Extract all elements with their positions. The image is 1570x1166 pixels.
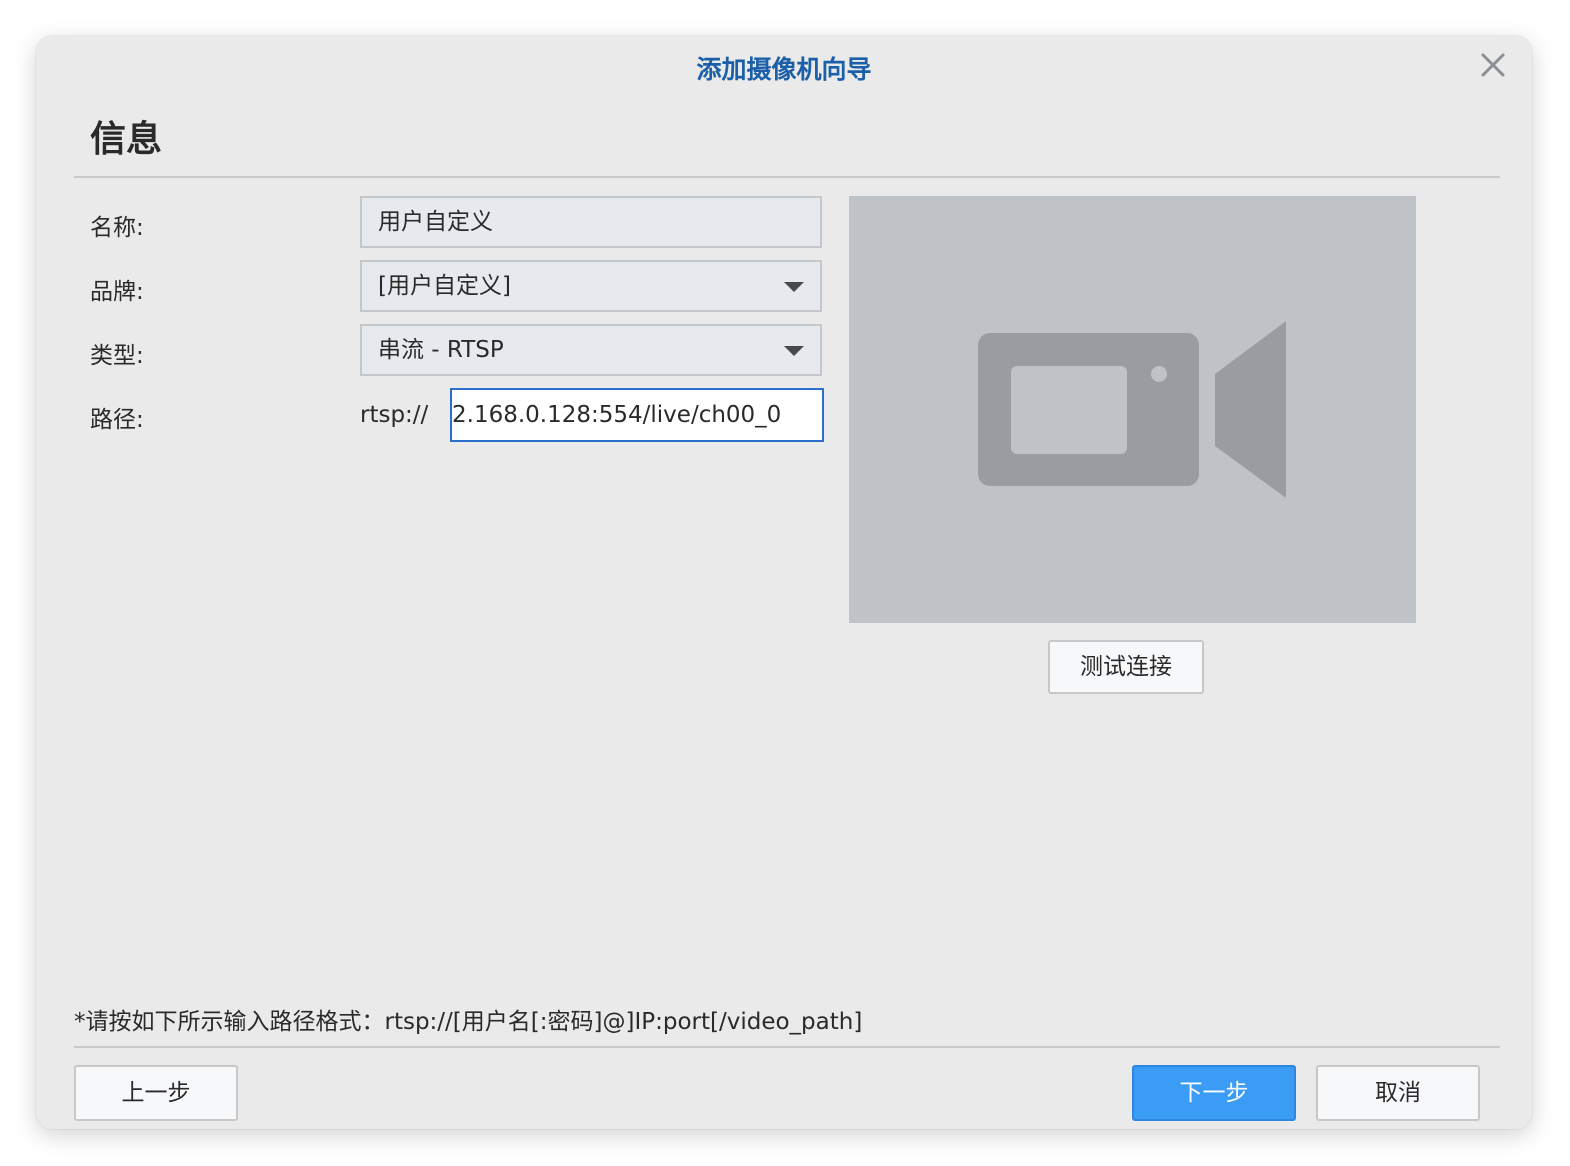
camera-preview <box>849 196 1416 623</box>
brand-label: 品牌: <box>90 279 144 305</box>
back-button[interactable]: 上一步 <box>74 1065 238 1121</box>
name-label: 名称: <box>90 215 144 241</box>
add-camera-wizard-dialog: 添加摄像机向导 信息 名称: 用户自定义 品牌: [用户自定义] 类型: 串流 … <box>36 36 1532 1129</box>
chevron-down-icon <box>784 282 804 292</box>
name-value: 用户自定义 <box>378 209 493 235</box>
type-select[interactable]: 串流 - RTSP <box>360 324 822 376</box>
path-input[interactable]: 2.168.0.128:554/live/ch00_0 <box>450 388 824 442</box>
close-icon[interactable] <box>1478 50 1508 80</box>
divider <box>74 176 1500 178</box>
path-prefix: rtsp:// <box>360 402 429 428</box>
path-value: 2.168.0.128:554/live/ch00_0 <box>452 402 782 428</box>
test-connection-button[interactable]: 测试连接 <box>1048 640 1204 694</box>
type-value: 串流 - RTSP <box>378 337 504 363</box>
divider <box>74 1046 1500 1048</box>
dialog-title: 添加摄像机向导 <box>696 55 872 84</box>
type-label: 类型: <box>90 343 144 369</box>
chevron-down-icon <box>784 346 804 356</box>
name-field[interactable]: 用户自定义 <box>360 196 822 248</box>
brand-value: [用户自定义] <box>378 273 511 299</box>
video-camera-icon <box>978 321 1286 498</box>
brand-select[interactable]: [用户自定义] <box>360 260 822 312</box>
section-title: 信息 <box>90 119 163 160</box>
path-label: 路径: <box>90 407 144 433</box>
path-format-hint: *请按如下所示输入路径格式：rtsp://[用户名[:密码]@]IP:port[… <box>74 1009 863 1035</box>
next-button[interactable]: 下一步 <box>1132 1065 1296 1121</box>
cancel-button[interactable]: 取消 <box>1316 1065 1480 1121</box>
